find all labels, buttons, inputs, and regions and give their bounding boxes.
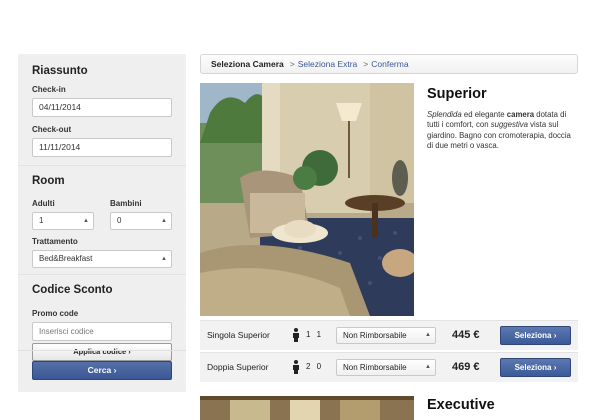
room-photo-image: [200, 83, 414, 316]
rate-row: Singola Superior 1 1 Non Rimborsabile ▲ …: [200, 320, 578, 350]
search-area: Cerca ›: [18, 350, 186, 392]
children-label: Bambini: [110, 199, 142, 208]
person-icon: [293, 360, 299, 374]
checkout-label: Check-out: [32, 125, 72, 134]
checkin-field[interactable]: 04/11/2014: [32, 98, 172, 117]
room-photo: [200, 83, 414, 316]
breadcrumb-separator: >: [363, 59, 369, 69]
chevron-updown-icon: ▲: [425, 332, 431, 338]
breadcrumb-step-select-room: Seleziona Camera: [211, 59, 284, 69]
rate-price: 445 €: [452, 329, 480, 341]
room-title: Executive: [427, 397, 495, 413]
adults-label: Adulti: [32, 199, 55, 208]
search-button[interactable]: Cerca ›: [32, 361, 172, 380]
occupancy: 1 1: [306, 330, 324, 339]
breadcrumb: Seleziona Camera > Seleziona Extra > Conferm…: [200, 54, 578, 74]
treatment-label: Trattamento: [32, 237, 78, 246]
promo-code-input[interactable]: Inserisci codice: [32, 322, 172, 341]
rate-name: Doppia Superior: [207, 362, 269, 372]
children-value: 0: [117, 216, 122, 225]
desc-italic: Splendida: [427, 110, 462, 119]
room-photo-image: [200, 396, 414, 420]
breadcrumb-step-select-extra[interactable]: Seleziona Extra: [298, 59, 358, 69]
select-rate-button[interactable]: Seleziona ›: [500, 326, 571, 345]
room-description: Splendida ed elegante camera dotata di t…: [427, 110, 572, 152]
booking-page: Riassunto Check-in 04/11/2014 Check-out …: [0, 0, 600, 420]
treatment-select[interactable]: Bed&Breakfast ▲: [32, 250, 172, 268]
desc-italic: suggestiva: [490, 120, 528, 130]
rate-price: 469 €: [452, 361, 480, 373]
treatment-value: Bed&Breakfast: [39, 254, 93, 263]
children-select[interactable]: 0 ▲: [110, 212, 172, 230]
adults-value: 1: [39, 216, 44, 225]
person-icon: [293, 328, 299, 342]
occupancy: 2 0: [306, 362, 324, 371]
room-heading: Room: [32, 175, 65, 187]
desc-text: ed elegante: [461, 110, 507, 119]
select-rate-button[interactable]: Seleziona ›: [500, 358, 571, 377]
room-title: Superior: [427, 86, 487, 102]
chevron-updown-icon: ▲: [425, 364, 431, 370]
divider: [18, 165, 186, 166]
chevron-updown-icon: ▲: [83, 218, 89, 224]
rate-row: Doppia Superior 2 0 Non Rimborsabile ▲ 4…: [200, 352, 578, 382]
divider: [18, 274, 186, 275]
discount-heading: Codice Sconto: [32, 284, 113, 296]
checkin-label: Check-in: [32, 85, 66, 94]
rate-policy-value: Non Rimborsabile: [343, 331, 407, 340]
rate-policy-select[interactable]: Non Rimborsabile ▲: [336, 359, 436, 376]
chevron-updown-icon: ▲: [161, 256, 167, 262]
summary-sidebar: Riassunto Check-in 04/11/2014 Check-out …: [18, 54, 186, 392]
checkout-field[interactable]: 11/11/2014: [32, 138, 172, 157]
rate-name: Singola Superior: [207, 330, 270, 340]
desc-bold: camera: [506, 110, 535, 119]
summary-heading: Riassunto: [32, 65, 88, 77]
room-photo: [200, 396, 414, 420]
rate-policy-select[interactable]: Non Rimborsabile ▲: [336, 327, 436, 344]
breadcrumb-separator: >: [289, 59, 295, 69]
adults-select[interactable]: 1 ▲: [32, 212, 94, 230]
breadcrumb-step-confirm[interactable]: Conferma: [371, 59, 408, 69]
rate-policy-value: Non Rimborsabile: [343, 363, 407, 372]
promo-label: Promo code: [32, 309, 79, 318]
chevron-updown-icon: ▲: [161, 218, 167, 224]
